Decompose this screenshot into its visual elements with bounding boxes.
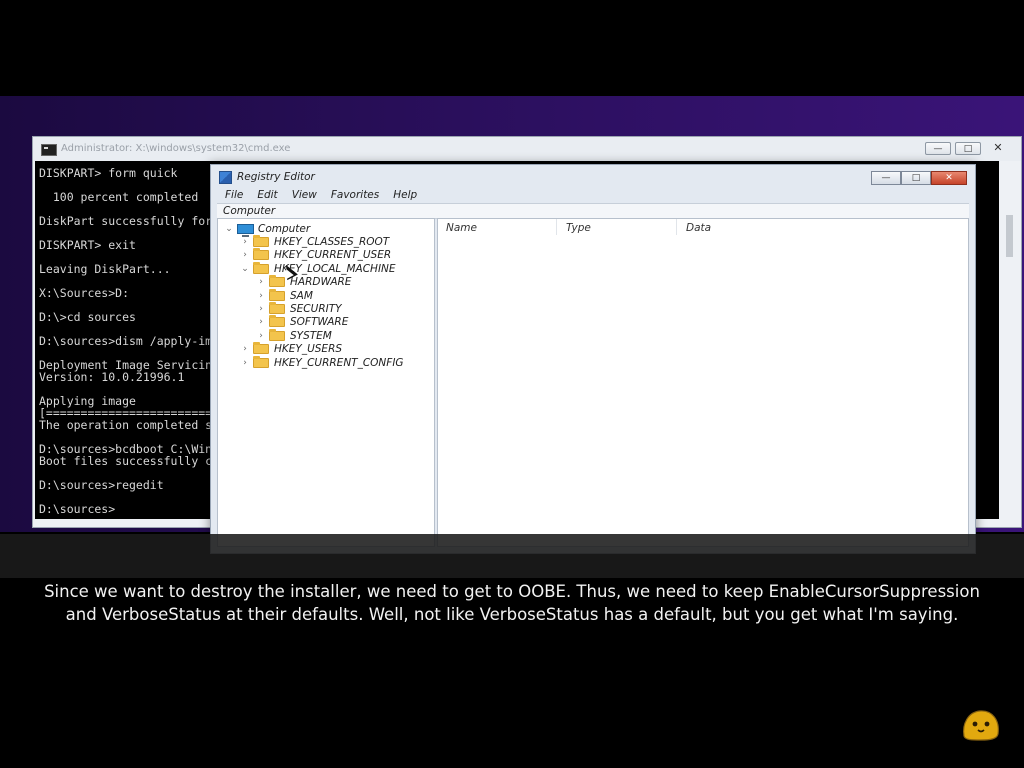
- chevron-right-icon[interactable]: ›: [240, 344, 250, 354]
- folder-icon: [253, 342, 269, 355]
- chevron-right-icon[interactable]: ›: [256, 331, 266, 341]
- menu-view[interactable]: View: [292, 187, 317, 203]
- tree-node-hkey-classes-root[interactable]: › HKEY_CLASSES_ROOT: [240, 234, 390, 248]
- menu-help[interactable]: Help: [393, 187, 417, 203]
- chevron-right-icon[interactable]: ›: [240, 358, 250, 368]
- folder-icon: [253, 261, 269, 274]
- tree-node-label: Computer: [258, 222, 311, 235]
- tree-node-software[interactable]: › SOFTWARE: [256, 315, 349, 329]
- console-icon: [41, 144, 57, 156]
- folder-icon: [253, 355, 269, 368]
- column-name[interactable]: Name: [446, 222, 477, 234]
- regedit-maximize-button[interactable]: □: [901, 171, 931, 185]
- registry-editor-icon: [219, 171, 232, 184]
- chevron-right-icon[interactable]: ›: [240, 250, 250, 260]
- cmd-titlebar[interactable]: Administrator: X:\windows\system32\cmd.e…: [33, 137, 1021, 161]
- tree-node-label: SOFTWARE: [290, 316, 349, 329]
- tree-node-sam[interactable]: › SAM: [256, 288, 313, 302]
- tree-node-hkey-current-user[interactable]: › HKEY_CURRENT_USER: [240, 248, 392, 262]
- cmd-scrollbar-thumb[interactable]: [1006, 215, 1013, 257]
- monitor-icon: [237, 223, 254, 237]
- tree-node-computer[interactable]: ⌄ Computer: [224, 222, 311, 237]
- chevron-right-icon[interactable]: ›: [240, 237, 250, 247]
- column-data[interactable]: Data: [686, 222, 711, 234]
- folder-icon: [269, 275, 285, 288]
- cmd-maximize-button[interactable]: □: [955, 142, 981, 155]
- caption-line-2: and VerboseStatus at their defaults. Wel…: [65, 605, 959, 624]
- chevron-right-icon[interactable]: ›: [256, 304, 266, 314]
- registry-tree[interactable]: ⌄ Computer › HKEY_CLASSES_ROOT › HKEY_CURRENT…: [217, 218, 435, 547]
- folder-icon: [269, 328, 285, 341]
- column-type[interactable]: Type: [566, 222, 591, 234]
- tree-node-hkey-current-config[interactable]: › HKEY_CURRENT_CONFIG: [240, 355, 404, 369]
- cmd-window-title: Administrator: X:\windows\system32\cmd.e…: [61, 143, 291, 154]
- tree-node-label: SYSTEM: [290, 329, 332, 342]
- folder-icon: [253, 234, 269, 247]
- values-pane[interactable]: Name Type Data: [437, 218, 969, 547]
- folder-icon: [269, 315, 285, 328]
- cmd-close-button[interactable]: ✕: [985, 142, 1011, 155]
- regedit-minimize-button[interactable]: —: [871, 171, 901, 185]
- caption-line-1: Since we want to destroy the installer, …: [44, 582, 980, 601]
- menu-file[interactable]: File: [225, 187, 243, 203]
- tree-node-label: HKEY_CURRENT_CONFIG: [274, 356, 404, 369]
- address-bar-path: Computer: [223, 205, 276, 217]
- menu-edit[interactable]: Edit: [257, 187, 277, 203]
- regedit-menubar: File Edit View Favorites Help: [217, 187, 969, 203]
- regedit-window-title: Registry Editor: [237, 171, 315, 183]
- address-bar[interactable]: Computer: [217, 203, 969, 219]
- mascot-eye-left: [972, 721, 978, 727]
- menu-favorites[interactable]: Favorites: [331, 187, 379, 203]
- cmd-minimize-button[interactable]: —: [925, 142, 951, 155]
- mascot-body: [963, 710, 999, 741]
- chevron-down-icon[interactable]: ⌄: [240, 264, 250, 274]
- folder-icon: [269, 288, 285, 301]
- caption-overlay: [0, 534, 1024, 768]
- tree-node-security[interactable]: › SECURITY: [256, 301, 342, 315]
- cmd-scrollbar[interactable]: [1001, 161, 1019, 519]
- tree-node-hkey-local-machine[interactable]: ⌄ HKEY_LOCAL_MACHINE: [240, 261, 396, 275]
- column-divider[interactable]: [556, 219, 557, 235]
- chevron-right-icon[interactable]: ›: [256, 277, 266, 287]
- folder-icon: [253, 248, 269, 261]
- tree-node-label: SAM: [290, 289, 313, 302]
- registry-editor-window: Registry Editor — □ ✕ File Edit View Fav…: [210, 164, 976, 554]
- tree-node-hardware[interactable]: › HARDWARE: [256, 275, 352, 289]
- tree-node-hkey-users[interactable]: › HKEY_USERS: [240, 342, 343, 356]
- chevron-right-icon[interactable]: ›: [256, 291, 266, 301]
- chevron-right-icon[interactable]: ›: [256, 317, 266, 327]
- tree-node-label: HKEY_CURRENT_USER: [274, 249, 392, 262]
- chevron-down-icon[interactable]: ⌄: [224, 224, 234, 234]
- mascot-eye-right: [984, 721, 990, 727]
- tree-node-label: SECURITY: [290, 302, 342, 315]
- column-divider[interactable]: [676, 219, 677, 235]
- tree-node-system[interactable]: › SYSTEM: [256, 328, 332, 342]
- folder-icon: [269, 301, 285, 314]
- regedit-close-button[interactable]: ✕: [931, 171, 967, 185]
- tree-node-label: HARDWARE: [290, 276, 352, 289]
- tree-node-label: HKEY_CLASSES_ROOT: [274, 235, 390, 248]
- mascot-logo-icon: [963, 710, 999, 741]
- tree-node-label: HKEY_USERS: [274, 343, 343, 356]
- regedit-titlebar[interactable]: Registry Editor — □ ✕: [211, 165, 975, 187]
- values-column-header: Name Type Data: [438, 219, 968, 237]
- video-caption: Since we want to destroy the installer, …: [10, 580, 1014, 626]
